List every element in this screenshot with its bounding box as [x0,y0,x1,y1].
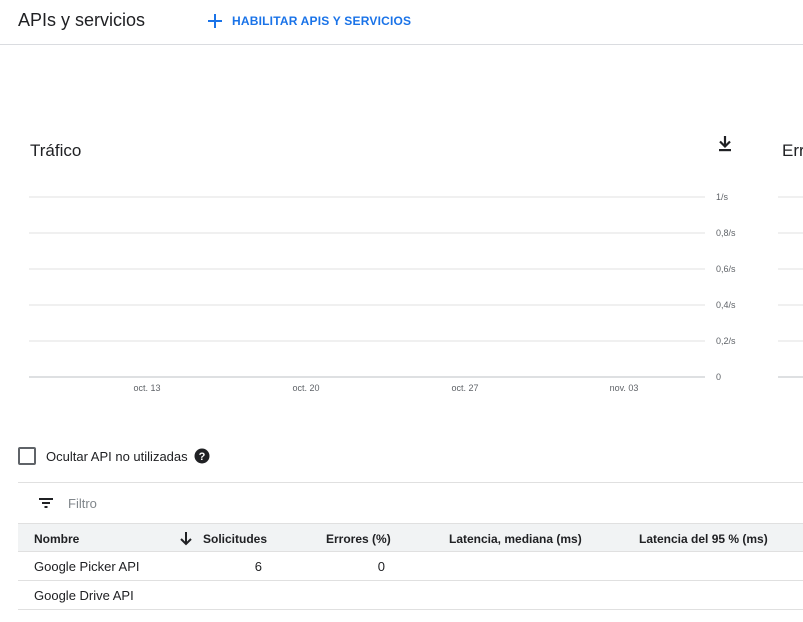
api-name[interactable]: Google Picker API [34,559,140,574]
y-tick-label: 0,4/s [716,300,736,310]
filter-bar [18,482,803,523]
x-tick-label: nov. 03 [610,383,639,393]
filter-input[interactable] [66,491,370,515]
x-tick-label: oct. 27 [451,383,478,393]
column-header-latency-95[interactable]: Latencia del 95 % (ms) [639,532,768,546]
enable-apis-button[interactable]: HABILITAR APIS Y SERVICIOS [206,9,411,33]
api-name[interactable]: Google Drive API [34,588,134,603]
table-header: Nombre Solicitudes Errores (%) Latencia,… [18,523,803,552]
hide-unused-checkbox[interactable] [18,447,36,465]
table-row[interactable]: Google Picker API 6 0 [18,552,803,581]
download-icon[interactable] [715,134,735,154]
errors-chart-title: Errores [782,141,803,160]
y-tick-label: 0,6/s [716,264,736,274]
y-tick-label: 0 [716,372,721,382]
hide-unused-apis-row: Ocultar API no utilizadas ? [18,447,210,465]
column-header-name[interactable]: Nombre [34,532,79,546]
x-tick-label: oct. 13 [133,383,160,393]
y-tick-label: 0,8/s [716,228,736,238]
page-header: APIs y servicios HABILITAR APIS Y SERVIC… [0,0,803,45]
enable-apis-label: HABILITAR APIS Y SERVICIOS [232,14,412,28]
y-tick-label: 0,2/s [716,336,736,346]
table-row[interactable]: Google Drive API [18,581,803,610]
traffic-chart-title: Tráfico [30,141,82,160]
page-title: APIs y servicios [18,10,146,30]
y-tick-label: 1/s [716,192,729,202]
traffic-chart: 1/s 0,8/s 0,6/s 0,4/s 0,2/s 0 oct. 13 oct. 20 oc… [29,192,736,393]
hide-unused-label: Ocultar API no utilizadas [46,448,188,464]
column-header-requests[interactable]: Solicitudes [203,532,267,546]
arrow-down-icon[interactable] [178,530,194,546]
requests-value: 6 [254,559,262,574]
help-icon[interactable]: ? [194,448,210,464]
svg-text:?: ? [198,451,205,463]
column-header-latency-median[interactable]: Latencia, mediana (ms) [449,532,582,546]
errors-value: 0 [377,559,385,574]
plus-icon [208,14,222,28]
filter-icon[interactable] [38,495,54,511]
x-tick-label: oct. 20 [292,383,319,393]
errors-chart [778,196,803,378]
column-header-errors[interactable]: Errores (%) [326,532,391,546]
